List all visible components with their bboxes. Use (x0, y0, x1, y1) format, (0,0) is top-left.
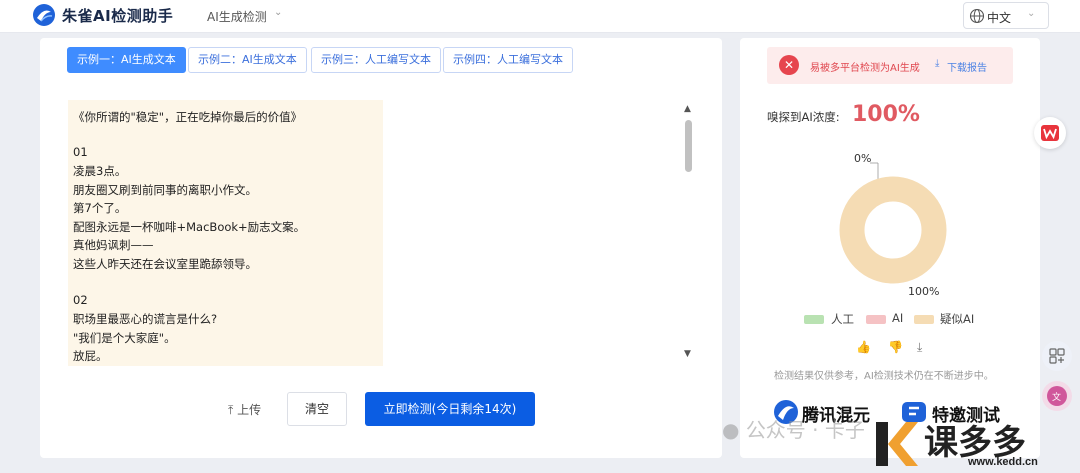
thumbs-down-icon[interactable]: 👎 (888, 340, 903, 354)
thumbs-up-icon[interactable]: 👍 (856, 340, 871, 354)
upload-icon: ⤒ (228, 403, 234, 417)
upload-label: 上传 (237, 403, 262, 417)
top-bar: 朱雀AI检测助手 AI生成检测 ⌄ 中文 ⌄ (0, 0, 1080, 33)
globe-icon (969, 8, 985, 24)
text-line: 真他妈讽刺—— (73, 238, 154, 252)
text-line: 第7个了。 (73, 201, 127, 215)
text-line: 放屁。 (73, 349, 108, 363)
watermark-url: www.kedd.cn (968, 456, 1038, 468)
tab-example-4[interactable]: 示例四：人工编写文本 (443, 47, 573, 73)
wechat-watermark-text: 公众号 · 卡子 (745, 418, 865, 442)
text-line: 01 (73, 145, 88, 159)
text-line: 凌晨3点。 (73, 164, 127, 178)
clear-button[interactable]: 清空 (287, 392, 347, 426)
language-select[interactable]: 中文 ⌄ (963, 2, 1049, 29)
mode-select[interactable]: AI生成检测 (207, 8, 267, 25)
pct-label-top: 0% (854, 152, 872, 165)
text-line: "我们是个大家庭"。 (73, 331, 176, 345)
chevron-down-icon[interactable]: ⌄ (274, 7, 282, 18)
text-line: 02 (73, 293, 88, 307)
text-line: 朋友圈又刷到前同事的离职小作文。 (73, 183, 257, 197)
result-alert: ✕ 易被多平台检测为AI生成 ⤓ 下载报告 (767, 47, 1013, 84)
input-panel: 示例一：AI生成文本 示例二：AI生成文本 示例三：人工编写文本 示例四：人工编… (40, 38, 722, 458)
tab-example-1[interactable]: 示例一：AI生成文本 (67, 47, 186, 73)
legend-label-human: 人工 (831, 312, 854, 326)
scroll-down-arrow[interactable]: ▼ (684, 349, 691, 359)
text-line: 配图永远是一杯咖啡+MacBook+励志文案。 (73, 220, 306, 234)
detect-button[interactable]: 立即检测(今日剩余14次) (365, 392, 535, 426)
text-line: 《你所谓的"稳定"，正在吃掉你最后的价值》 (73, 110, 303, 124)
legend-label-suspected-ai: 疑似AI (940, 312, 975, 326)
legend-swatch-suspected-ai (914, 315, 934, 324)
download-icon[interactable]: ⤓ (935, 58, 939, 69)
upload-button[interactable]: ⤒ 上传 (228, 401, 261, 418)
svg-text:文: 文 (1052, 391, 1061, 403)
donut-slice-suspected-ai (839, 176, 947, 284)
logo-icon (33, 4, 55, 26)
wps-float-button[interactable] (1034, 117, 1066, 149)
app-grid-button[interactable] (1042, 341, 1072, 371)
app-title: 朱雀AI检测助手 (62, 7, 174, 25)
legend-swatch-ai (866, 315, 886, 324)
pct-label-bottom: 100% (908, 285, 940, 298)
result-donut-chart (839, 162, 947, 284)
scrollbar-thumb[interactable] (685, 120, 692, 172)
chevron-down-icon: ⌄ (1027, 8, 1036, 19)
language-label: 中文 (987, 11, 1012, 25)
grid-icon (1049, 348, 1065, 364)
result-panel: ✕ 易被多平台检测为AI生成 ⤓ 下载报告 嗅探到AI浓度: 100% 0% 1… (740, 38, 1040, 458)
disclaimer-text: 检测结果仅供参考，AI检测技术仍在不断进步中。 (774, 371, 994, 382)
tab-example-3[interactable]: 示例三：人工编写文本 (311, 47, 441, 73)
text-input[interactable]: 《你所谓的"稳定"，正在吃掉你最后的价值》 01 凌晨3点。 朋友圈又刷到前同事… (68, 100, 383, 366)
wechat-icon: ● (722, 418, 740, 442)
wechat-watermark: ● 公众号 · 卡子 (722, 414, 865, 443)
download-icon[interactable]: ⤓ (917, 340, 922, 355)
tab-example-2[interactable]: 示例二：AI生成文本 (188, 47, 307, 73)
text-line: 职场里最恶心的谎言是什么? (73, 312, 218, 326)
download-report-link[interactable]: 下载报告 (947, 59, 987, 74)
concentration-label: 嗅探到AI浓度: (767, 110, 840, 124)
legend-swatch-human (804, 315, 824, 324)
text-line: 这些人昨天还在会议室里跪舔领导。 (73, 257, 257, 271)
scroll-up-arrow[interactable]: ▲ (684, 104, 691, 114)
close-circle-icon: ✕ (779, 55, 799, 75)
wps-icon (1041, 125, 1059, 141)
alert-message: 易被多平台检测为AI生成 (810, 63, 920, 74)
concentration-value: 100% (852, 102, 920, 127)
legend-label-ai: AI (892, 311, 904, 325)
